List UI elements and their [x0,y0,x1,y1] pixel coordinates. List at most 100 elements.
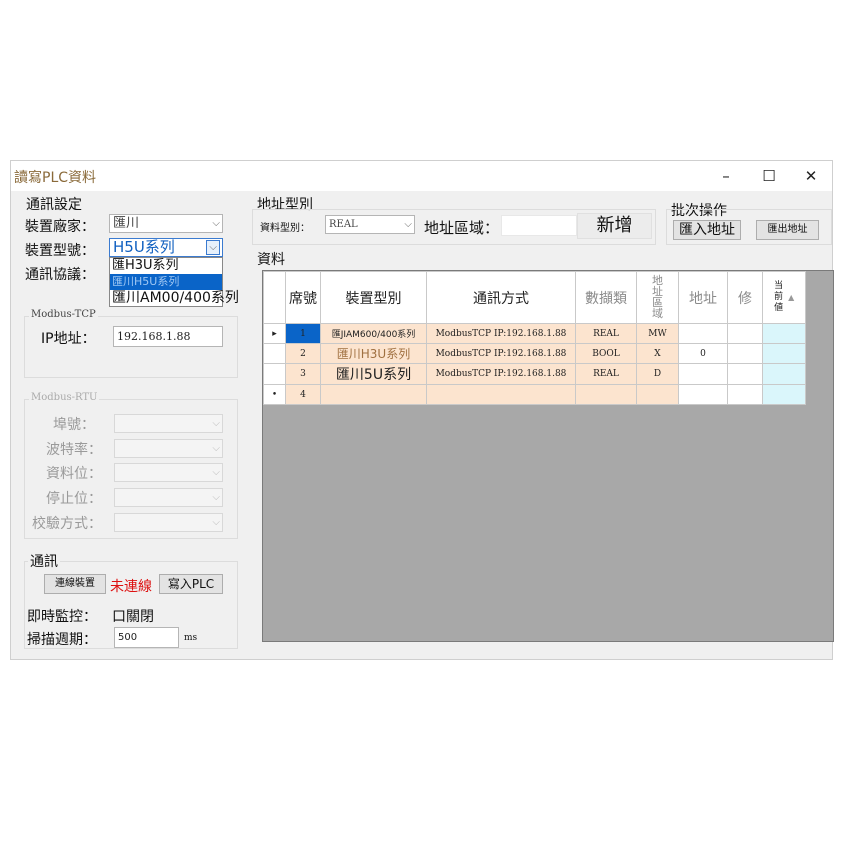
table-row[interactable]: • 4 [263,384,806,405]
table-row[interactable]: 2 匯川H3U系列 ModbusTCP IP:192.168.1.88 BOOL… [263,343,806,364]
model-option[interactable]: 匯川AM00/400系列 [110,290,252,306]
cell-mod[interactable] [727,323,763,344]
cell-area[interactable]: MW [636,323,679,344]
cell-value[interactable] [762,384,806,405]
baud-label: 波特率： [46,442,102,458]
area-input[interactable] [501,215,577,236]
port-label: 埠號： [53,417,95,433]
model-dropdown-list[interactable]: 匯H3U系列 匯川H5U系列 匯川AM00/400系列 [109,257,239,307]
chevron-down-icon: ⌵ [212,517,220,528]
model-select[interactable]: H5U系列 ⌵ [109,238,223,257]
column-header[interactable]: 數擷類 [575,271,637,324]
column-header[interactable]: 通訊方式 [426,271,576,324]
cell-addr[interactable] [678,384,728,405]
cell-device[interactable]: 匯川H3U系列 [320,343,427,364]
model-value: H5U系列 [113,238,175,256]
cell-addr[interactable]: 0 [678,343,728,364]
minimize-button[interactable]: – [711,165,741,187]
cell-addr[interactable] [678,323,728,344]
protocol-label: 通訊協議： [25,267,95,283]
parity-select[interactable]: ⌵ [114,513,223,532]
model-option[interactable]: 匯H3U系列 [110,258,222,274]
cell-seq[interactable]: 4 [285,384,321,405]
cell-device[interactable]: 匯川5U系列 [320,363,427,385]
chevron-down-icon: ⌵ [206,240,220,255]
cell-seq[interactable]: 2 [285,343,321,364]
vendor-select[interactable]: 匯川 ⌵ [109,214,223,233]
data-grid[interactable]: 席號 裝置型別 通訊方式 數擷類 地址區域 地址 修 当前値 ▲ ▸ 1 匯JI… [262,270,834,642]
modbus-tcp-legend: Modbus-TCP [29,309,98,320]
scan-period-input[interactable]: 500 [114,627,179,648]
table-row[interactable]: 3 匯川5U系列 ModbusTCP IP:192.168.1.88 REAL … [263,363,806,385]
column-header[interactable]: 修 [727,271,763,324]
monitor-toggle[interactable]: 口關閉 [112,606,154,626]
comm-settings-title: 通訊設定 [26,197,82,213]
cell-addr[interactable] [678,363,728,385]
row-header[interactable] [263,363,286,385]
table-row[interactable]: ▸ 1 匯JIAM600/400系列 ModbusTCP IP:192.168.… [263,323,806,344]
data-type-label: 資料型別： [260,223,310,234]
column-header[interactable]: 地址 [678,271,728,324]
cell-device[interactable]: 匯JIAM600/400系列 [320,323,427,344]
chevron-down-icon: ⌵ [212,443,220,454]
cell-mod[interactable] [727,363,763,385]
chevron-down-icon: ⌵ [212,218,220,229]
add-button[interactable]: 新增 [577,213,652,239]
stopbits-label: 停止位： [46,491,102,507]
cell-value[interactable] [762,363,806,385]
vendor-value: 匯川 [113,216,140,231]
cell-value[interactable] [762,343,806,364]
area-label: 地址區域： [424,219,500,237]
column-header[interactable]: 当前値 ▲ [762,271,806,324]
import-address-button[interactable]: 匯入地址 [673,220,741,240]
write-plc-button[interactable]: 寫入PLC [159,574,223,594]
baud-select[interactable]: ⌵ [114,439,223,458]
chevron-down-icon: ⌵ [212,467,220,478]
cell-dtype[interactable]: REAL [575,363,637,385]
data-type-select[interactable]: REAL ⌵ [325,215,415,234]
maximize-button[interactable]: ☐ [754,165,784,187]
databits-select[interactable]: ⌵ [114,463,223,482]
close-button[interactable]: ✕ [796,165,826,187]
cell-comm[interactable]: ModbusTCP IP:192.168.1.88 [426,363,576,385]
stopbits-select[interactable]: ⌵ [114,488,223,507]
cell-mod[interactable] [727,384,763,405]
row-header[interactable] [263,343,286,364]
table-header-row: 席號 裝置型別 通訊方式 數擷類 地址區域 地址 修 当前値 ▲ [263,271,806,324]
window-title: 讀寫PLC資料 [14,170,97,186]
parity-label: 校驗方式： [32,516,102,532]
row-pointer-icon[interactable]: ▸ [263,323,286,344]
cell-dtype[interactable]: BOOL [575,343,637,364]
cell-dtype[interactable] [575,384,637,405]
chevron-down-icon: ⌵ [212,418,220,429]
databits-label: 資料位： [46,466,102,482]
connect-device-button[interactable]: 連線裝置 [44,574,106,594]
export-address-button[interactable]: 匯出地址 [756,220,819,240]
cell-area[interactable]: D [636,363,679,385]
port-select[interactable]: ⌵ [114,414,223,433]
column-header[interactable]: 席號 [285,271,321,324]
cell-seq[interactable]: 3 [285,363,321,385]
cell-area[interactable]: X [636,343,679,364]
cell-value[interactable] [762,323,806,344]
monitor-label: 即時監控： [27,609,97,625]
sort-icon[interactable]: ▲ [788,293,794,302]
cell-comm[interactable] [426,384,576,405]
cell-comm[interactable]: ModbusTCP IP:192.168.1.88 [426,323,576,344]
model-option[interactable]: 匯川H5U系列 [110,274,222,290]
modbus-rtu-legend: Modbus-RTU [29,392,100,403]
ip-input[interactable]: 192.168.1.88 [113,326,223,347]
new-row-icon[interactable]: • [263,384,286,405]
model-label: 裝置型號： [25,243,95,259]
chevron-down-icon: ⌵ [212,492,220,503]
column-header[interactable]: 裝置型別 [320,271,427,324]
column-header[interactable]: 地址區域 [636,271,679,324]
cell-seq[interactable]: 1 [285,323,321,344]
scan-period-label: 掃描週期： [27,632,97,648]
connection-status: 未連線 [110,579,152,595]
cell-area[interactable] [636,384,679,405]
cell-dtype[interactable]: REAL [575,323,637,344]
cell-mod[interactable] [727,343,763,364]
cell-comm[interactable]: ModbusTCP IP:192.168.1.88 [426,343,576,364]
cell-device[interactable] [320,384,427,405]
